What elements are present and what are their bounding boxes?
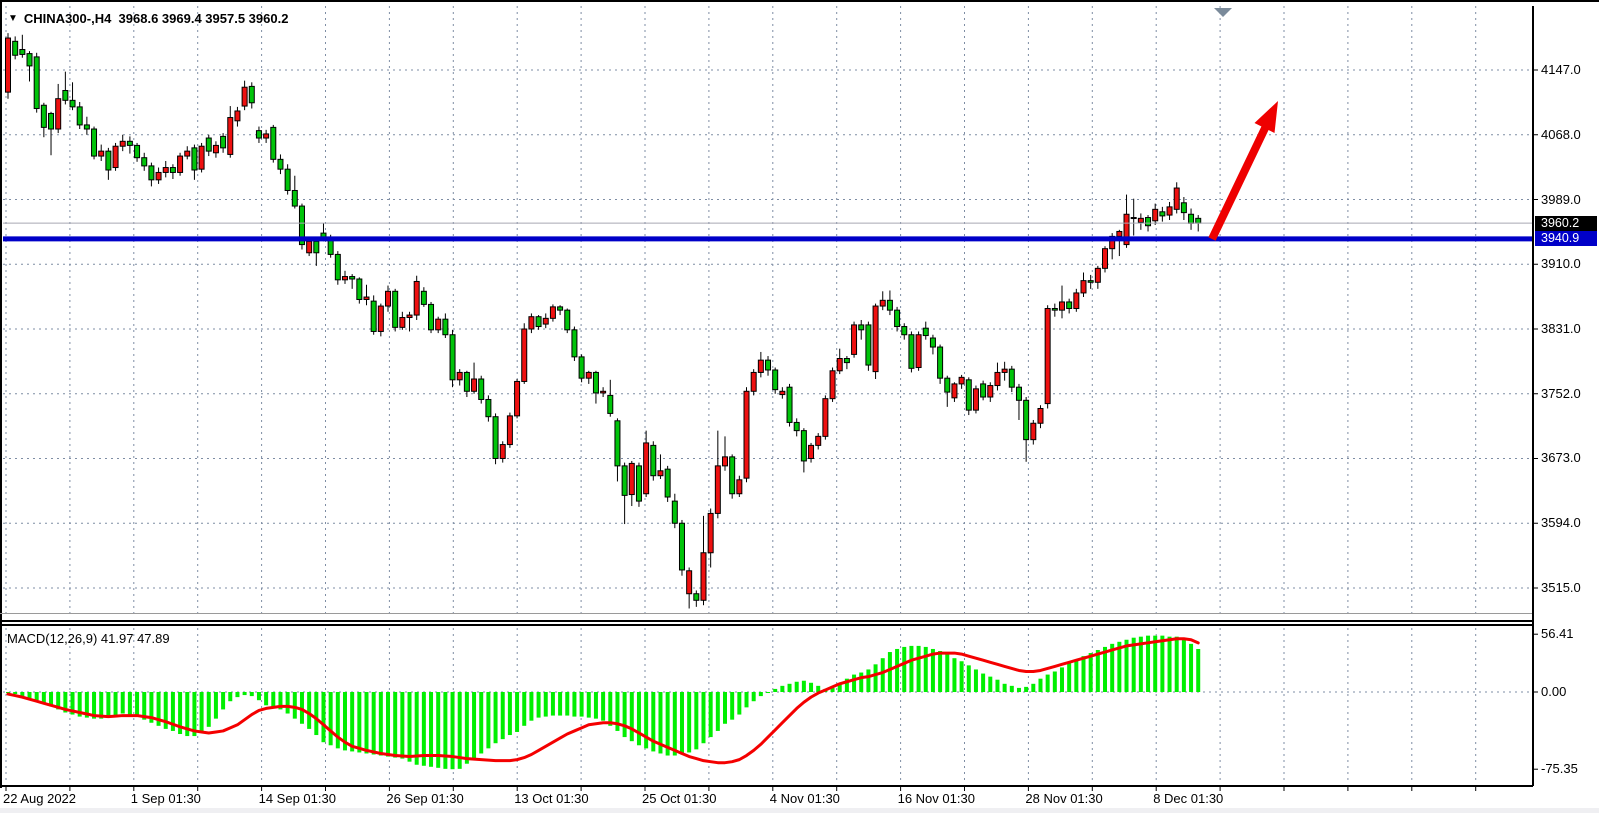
time-axis-label: 1 Sep 01:30 [131,791,201,806]
time-axis-label: 16 Nov 01:30 [898,791,975,806]
time-axis-label: 22 Aug 2022 [3,791,76,806]
time-axis-label: 28 Nov 01:30 [1025,791,1102,806]
price-axis-label: 3594.0 [1541,515,1581,530]
price-axis-label: 3831.0 [1541,321,1581,336]
chart-title: CHINA300-,H4 3968.6 3969.4 3957.5 3960.2 [24,11,289,26]
bid-price-badge: 3960.2 [1535,216,1597,231]
price-axis-label: 3752.0 [1541,386,1581,401]
status-strip [0,808,1599,813]
price-axis-label: 3515.0 [1541,580,1581,595]
price-axis-label: 3673.0 [1541,450,1581,465]
price-axis-label: 3910.0 [1541,256,1581,271]
macd-axis-label: 56.41 [1541,626,1574,641]
time-axis-label: 14 Sep 01:30 [259,791,336,806]
trend-arrow-annotation[interactable] [1212,101,1278,239]
time-axis-label: 4 Nov 01:30 [770,791,840,806]
symbol-dropdown-icon[interactable]: ▼ [8,13,18,24]
indicator-label: MACD(12,26,9) 41.97 47.89 [7,631,170,646]
price-axis-label: 4068.0 [1541,127,1581,142]
macd-axis-label: 0.00 [1541,684,1566,699]
time-axis-label: 13 Oct 01:30 [514,791,588,806]
time-axis-label: 8 Dec 01:30 [1153,791,1223,806]
chart-title-bar: ▼ CHINA300-,H4 3968.6 3969.4 3957.5 3960… [8,9,288,27]
macd-axis-label: -75.35 [1541,761,1578,776]
hline-price-badge: 3940.9 [1535,231,1597,246]
price-chart-canvas[interactable] [0,2,1599,813]
price-axis-label: 3989.0 [1541,192,1581,207]
time-axis-label: 26 Sep 01:30 [386,791,463,806]
chart-shift-marker-icon[interactable] [1214,8,1232,17]
price-axis-label: 4147.0 [1541,62,1581,77]
chart-window: ▼ CHINA300-,H4 3968.6 3969.4 3957.5 3960… [0,0,1599,813]
time-axis-label: 25 Oct 01:30 [642,791,716,806]
